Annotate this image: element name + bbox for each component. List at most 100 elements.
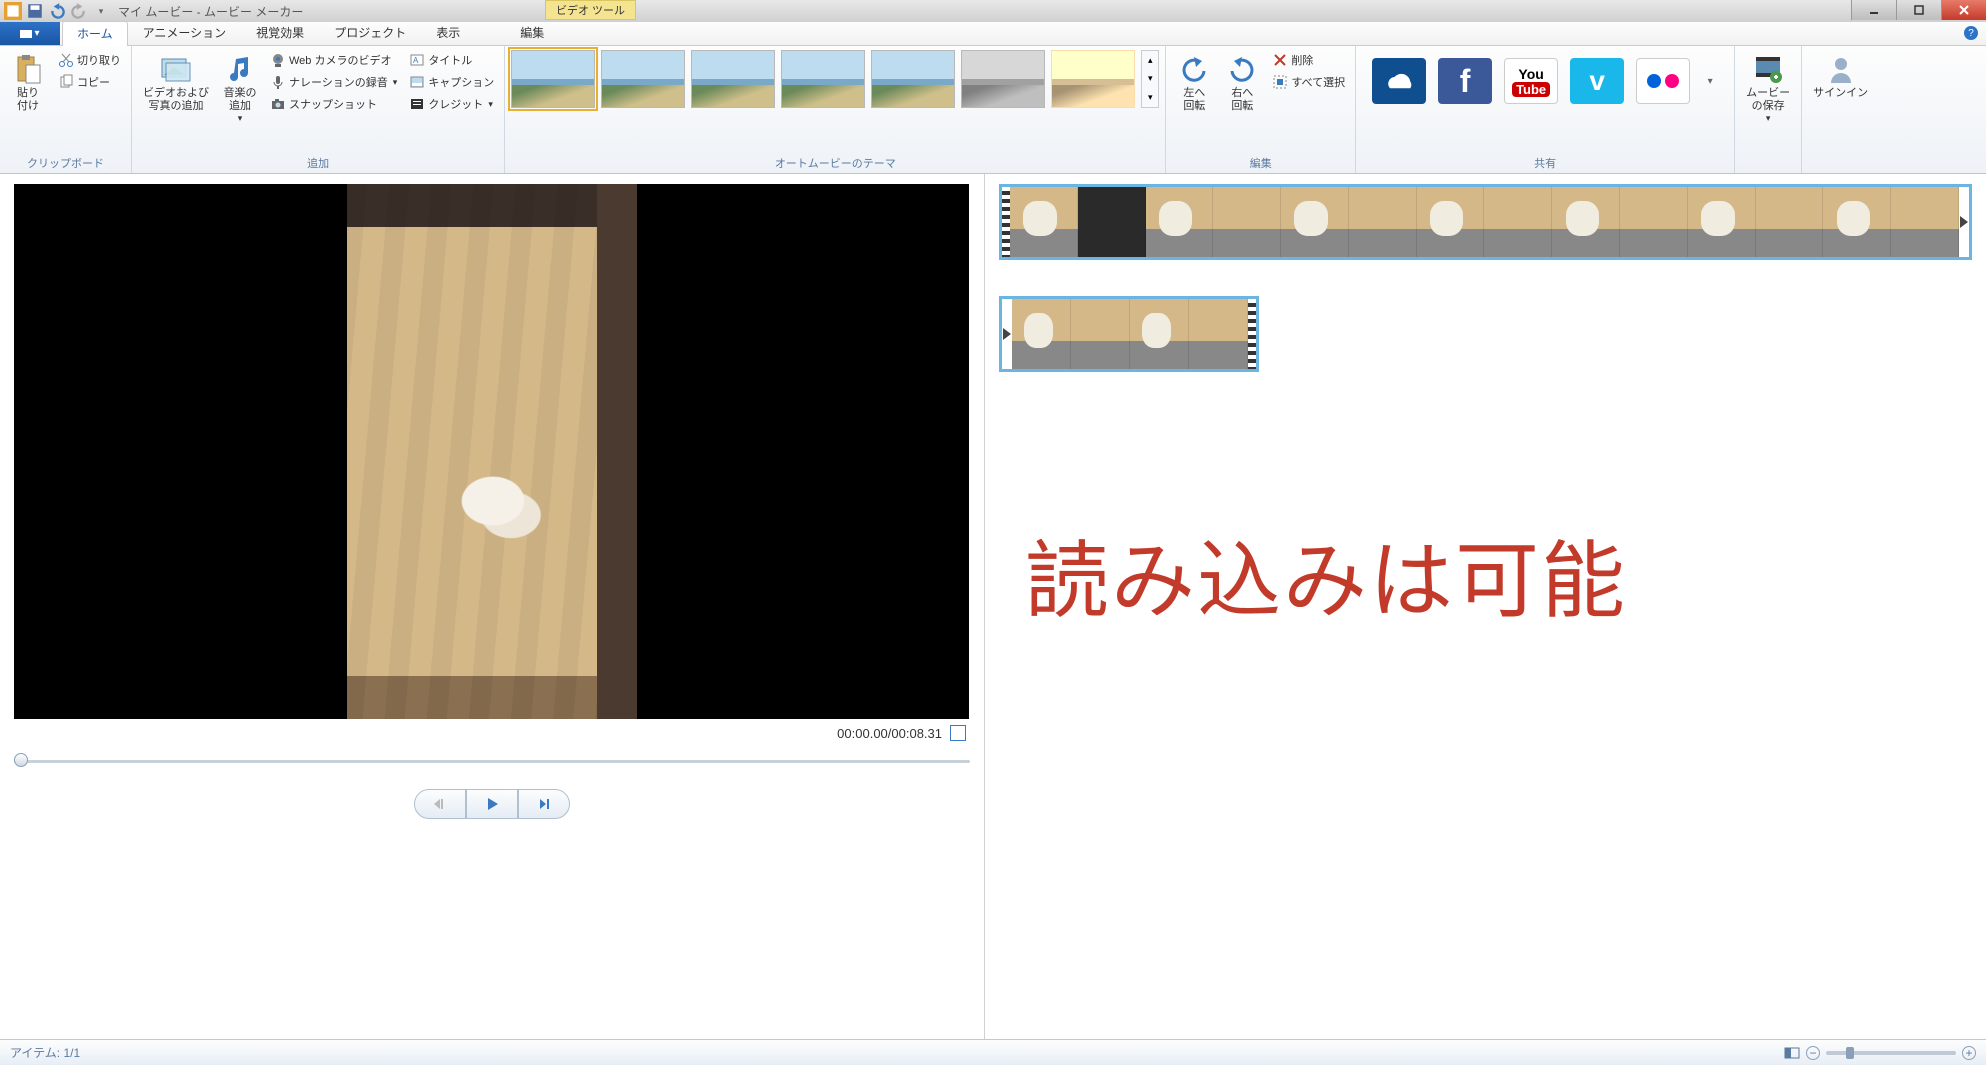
group-edit: 左へ 回転 右へ 回転 削除 すべて選択 編集 <box>1166 46 1356 173</box>
scissors-icon <box>58 52 74 68</box>
svg-text:A: A <box>413 56 419 65</box>
snapshot-button[interactable]: スナップショット <box>266 94 401 114</box>
contextual-tab-video-tools[interactable]: ビデオ ツール <box>545 0 636 20</box>
group-add: ビデオおよび 写真の追加 音楽の 追加▾ Web カメラのビデオ ナレーションの… <box>132 46 505 173</box>
timeline-pane: 読み込みは可能 <box>985 174 1986 1039</box>
narration-button[interactable]: ナレーションの録音▾ <box>266 72 401 92</box>
seek-slider[interactable] <box>14 751 970 771</box>
annotation-overlay: 読み込みは可能 <box>1025 514 1966 635</box>
prev-frame-button[interactable] <box>414 789 466 819</box>
share-flickr-icon[interactable] <box>1636 58 1690 104</box>
add-video-photo-button[interactable]: ビデオおよび 写真の追加 <box>138 50 214 116</box>
minimize-button[interactable] <box>1851 0 1896 20</box>
zoom-slider[interactable] <box>1826 1051 1956 1055</box>
film-save-icon <box>1752 53 1784 85</box>
title-icon: A <box>409 52 425 68</box>
rotate-right-button[interactable]: 右へ 回転 <box>1220 50 1264 116</box>
status-items: アイテム: 1/1 <box>10 1044 80 1061</box>
rotate-left-icon <box>1178 53 1210 85</box>
theme-thumb-5[interactable] <box>871 50 955 108</box>
signin-button[interactable]: サインイン <box>1808 50 1873 103</box>
undo-icon[interactable] <box>48 3 66 19</box>
paste-button[interactable]: 貼り 付け <box>6 50 50 116</box>
credit-icon <box>409 96 425 112</box>
user-icon <box>1825 53 1857 85</box>
select-all-button[interactable]: すべて選択 <box>1268 72 1349 92</box>
ribbon-tabs: ▾ ホーム アニメーション 視覚効果 プロジェクト 表示 編集 ? <box>0 22 1986 46</box>
time-display: 00:00.00/00:08.31 <box>837 726 942 741</box>
rotate-right-icon <box>1226 53 1258 85</box>
caption-button[interactable]: キャプション <box>405 72 498 92</box>
theme-more-button[interactable]: ▴▾▾ <box>1141 50 1159 108</box>
statusbar: アイテム: 1/1 − + <box>0 1039 1986 1065</box>
share-vimeo-icon[interactable]: v <box>1570 58 1624 104</box>
app-icon <box>4 3 22 19</box>
qat-more-icon[interactable]: ▾ <box>92 3 110 19</box>
view-toggle-icon[interactable] <box>1784 1046 1800 1060</box>
rotate-left-button[interactable]: 左へ 回転 <box>1172 50 1216 116</box>
group-share: f YouTube v ▾ 共有 <box>1356 46 1735 173</box>
select-all-icon <box>1272 74 1288 90</box>
titlebar: ▾ マイ ムービー - ムービー メーカー ビデオ ツール <box>0 0 1986 22</box>
copy-button[interactable]: コピー <box>54 72 125 92</box>
timeline-clip-2[interactable] <box>999 296 1259 372</box>
save-icon[interactable] <box>26 3 44 19</box>
fullscreen-icon[interactable] <box>950 725 966 741</box>
camera-icon <box>270 96 286 112</box>
theme-thumb-7[interactable] <box>1051 50 1135 108</box>
group-signin: サインイン <box>1802 46 1879 173</box>
theme-thumb-3[interactable] <box>691 50 775 108</box>
delete-icon <box>1272 52 1288 68</box>
mic-icon <box>270 74 286 90</box>
group-label-signin <box>1808 169 1873 171</box>
redo-icon[interactable] <box>70 3 88 19</box>
music-icon <box>224 53 256 85</box>
file-tab[interactable]: ▾ <box>0 22 60 45</box>
cut-button[interactable]: 切り取り <box>54 50 125 70</box>
webcam-icon <box>270 52 286 68</box>
share-facebook-icon[interactable]: f <box>1438 58 1492 104</box>
paste-icon <box>12 53 44 85</box>
zoom-out-icon[interactable]: − <box>1806 1046 1820 1060</box>
close-button[interactable] <box>1941 0 1986 20</box>
webcam-button[interactable]: Web カメラのビデオ <box>266 50 401 70</box>
help-icon[interactable]: ? <box>1964 26 1978 40</box>
play-button[interactable] <box>466 789 518 819</box>
next-frame-button[interactable] <box>518 789 570 819</box>
group-label-edit: 編集 <box>1172 153 1349 171</box>
share-more-button[interactable]: ▾ <box>1702 58 1718 104</box>
group-label-themes: オートムービーのテーマ <box>511 153 1159 171</box>
preview-pane: 00:00.00/00:08.31 <box>0 174 985 1039</box>
share-youtube-icon[interactable]: YouTube <box>1504 58 1558 104</box>
credit-button[interactable]: クレジット▾ <box>405 94 498 114</box>
group-clipboard: 貼り 付け 切り取り コピー クリップボード <box>0 46 132 173</box>
preview-frame <box>347 184 637 719</box>
save-movie-button[interactable]: ムービー の保存▾ <box>1741 50 1795 127</box>
video-preview[interactable] <box>14 184 969 719</box>
group-save-movie: ムービー の保存▾ <box>1735 46 1802 173</box>
group-label-add: 追加 <box>138 153 498 171</box>
tab-project[interactable]: プロジェクト <box>319 20 421 45</box>
tab-visual-effects[interactable]: 視覚効果 <box>241 20 319 45</box>
title-button[interactable]: Aタイトル <box>405 50 498 70</box>
theme-thumb-1[interactable] <box>511 50 595 108</box>
group-label-save <box>1741 169 1795 171</box>
zoom-in-icon[interactable]: + <box>1962 1046 1976 1060</box>
tab-view[interactable]: 表示 <box>421 20 475 45</box>
theme-thumb-2[interactable] <box>601 50 685 108</box>
group-label-clipboard: クリップボード <box>6 153 125 171</box>
tab-edit[interactable]: 編集 <box>505 20 559 45</box>
tab-animation[interactable]: アニメーション <box>128 20 242 45</box>
timeline-clip-1[interactable] <box>999 184 1972 260</box>
tab-home[interactable]: ホーム <box>62 21 128 46</box>
timeline-playhead[interactable] <box>1002 299 1012 369</box>
delete-button[interactable]: 削除 <box>1268 50 1349 70</box>
theme-thumb-6[interactable] <box>961 50 1045 108</box>
add-music-button[interactable]: 音楽の 追加▾ <box>218 50 262 127</box>
theme-thumb-4[interactable] <box>781 50 865 108</box>
maximize-button[interactable] <box>1896 0 1941 20</box>
group-themes: ▴▾▾ オートムービーのテーマ <box>505 46 1166 173</box>
window-title: マイ ムービー - ムービー メーカー <box>118 3 303 20</box>
share-onedrive-icon[interactable] <box>1372 58 1426 104</box>
timeline-end-marker[interactable] <box>1959 187 1969 257</box>
